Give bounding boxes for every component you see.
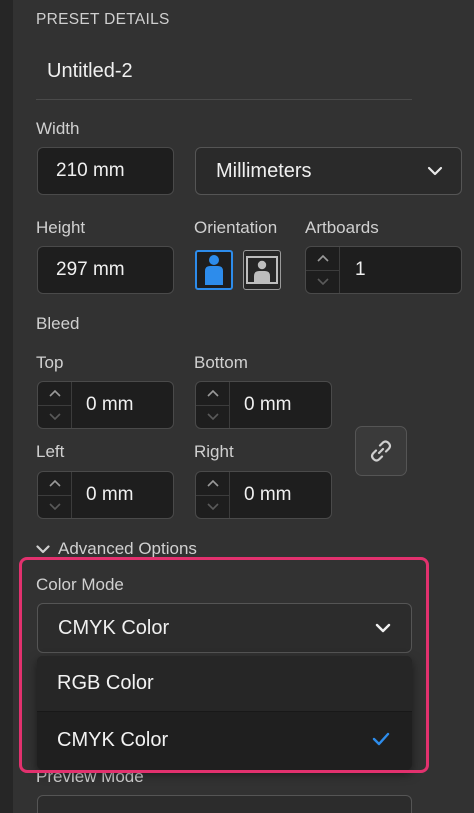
height-input[interactable]: 297 mm: [37, 246, 174, 294]
bleed-right-increment-button[interactable]: [196, 472, 229, 496]
bleed-bottom-stepper: [196, 382, 230, 428]
artboards-label: Artboards: [305, 218, 379, 237]
bleed-top-stepper: [38, 382, 72, 428]
bleed-right-stepper: [196, 472, 230, 518]
chevron-down-icon: [48, 503, 61, 511]
bleed-bottom-label: Bottom: [194, 353, 248, 372]
artboards-value: 1: [355, 259, 366, 280]
bleed-left-stepper: [38, 472, 72, 518]
bleed-top-increment-button[interactable]: [38, 382, 71, 406]
bleed-bottom-value: 0 mm: [244, 394, 292, 415]
bleed-right-input[interactable]: 0 mm: [195, 471, 332, 519]
bleed-right-value: 0 mm: [244, 484, 292, 505]
bleed-left-input[interactable]: 0 mm: [37, 471, 174, 519]
width-value: 210 mm: [56, 160, 125, 181]
portrait-person-icon: [202, 254, 226, 286]
bleed-left-value: 0 mm: [86, 484, 134, 505]
color-mode-options-list: RGB Color CMYK Color: [37, 656, 412, 770]
height-label: Height: [36, 218, 86, 237]
link-bleed-button[interactable]: [355, 426, 407, 476]
color-mode-option-cmyk[interactable]: CMYK Color: [37, 712, 412, 768]
option-label: CMYK Color: [57, 728, 169, 751]
bleed-left-increment-button[interactable]: [38, 472, 71, 496]
option-label: RGB Color: [57, 672, 154, 694]
bleed-right-label: Right: [194, 442, 234, 461]
bleed-bottom-increment-button[interactable]: [196, 382, 229, 406]
bleed-bottom-input[interactable]: 0 mm: [195, 381, 332, 429]
bleed-right-decrement-button[interactable]: [196, 496, 229, 519]
chevron-up-icon: [48, 479, 61, 487]
width-label: Width: [36, 119, 80, 138]
bleed-top-label: Top: [36, 353, 64, 372]
preview-mode-label: Preview Mode: [36, 767, 144, 786]
chevron-down-icon: [206, 413, 219, 421]
artboards-stepper: [306, 247, 340, 293]
color-mode-label: Color Mode: [36, 575, 124, 594]
units-dropdown[interactable]: Millimeters: [195, 147, 462, 195]
bleed-top-input[interactable]: 0 mm: [37, 381, 174, 429]
landscape-orientation-button[interactable]: [243, 250, 281, 290]
preset-name-field[interactable]: Untitled-2: [47, 60, 133, 83]
orientation-label: Orientation: [194, 218, 278, 237]
chevron-down-icon: [206, 503, 219, 511]
landscape-person-icon: [246, 256, 278, 284]
chevron-up-icon: [206, 389, 219, 397]
color-mode-selected: CMYK Color: [58, 616, 170, 639]
chain-link-icon: [368, 438, 394, 464]
chevron-down-icon: [375, 623, 411, 633]
preset-name-underline: [36, 99, 412, 100]
chevron-down-icon: [36, 544, 50, 554]
height-value: 297 mm: [56, 259, 125, 280]
bleed-label: Bleed: [36, 314, 80, 333]
bleed-top-decrement-button[interactable]: [38, 406, 71, 429]
left-edge-bar: [0, 0, 13, 813]
portrait-orientation-button[interactable]: [195, 250, 233, 290]
preview-mode-dropdown[interactable]: [37, 795, 412, 813]
bleed-left-label: Left: [36, 442, 65, 461]
bleed-left-decrement-button[interactable]: [38, 496, 71, 519]
width-input[interactable]: 210 mm: [37, 147, 174, 195]
chevron-down-icon: [316, 278, 329, 286]
advanced-options-label: Advanced Options: [58, 539, 197, 558]
color-mode-dropdown[interactable]: CMYK Color: [37, 603, 412, 653]
chevron-up-icon: [48, 389, 61, 397]
artboards-increment-button[interactable]: [306, 247, 339, 271]
units-selected: Millimeters: [216, 159, 312, 182]
bleed-top-value: 0 mm: [86, 394, 134, 415]
chevron-up-icon: [206, 479, 219, 487]
chevron-up-icon: [316, 254, 329, 262]
advanced-options-toggle[interactable]: Advanced Options: [36, 539, 197, 559]
checkmark-icon: [372, 732, 390, 746]
artboards-decrement-button[interactable]: [306, 271, 339, 294]
chevron-down-icon: [427, 166, 461, 176]
color-mode-option-rgb[interactable]: RGB Color: [37, 656, 412, 712]
artboards-input[interactable]: 1: [305, 246, 462, 294]
chevron-down-icon: [48, 413, 61, 421]
bleed-bottom-decrement-button[interactable]: [196, 406, 229, 429]
preset-details-title: PRESET DETAILS: [36, 11, 170, 28]
